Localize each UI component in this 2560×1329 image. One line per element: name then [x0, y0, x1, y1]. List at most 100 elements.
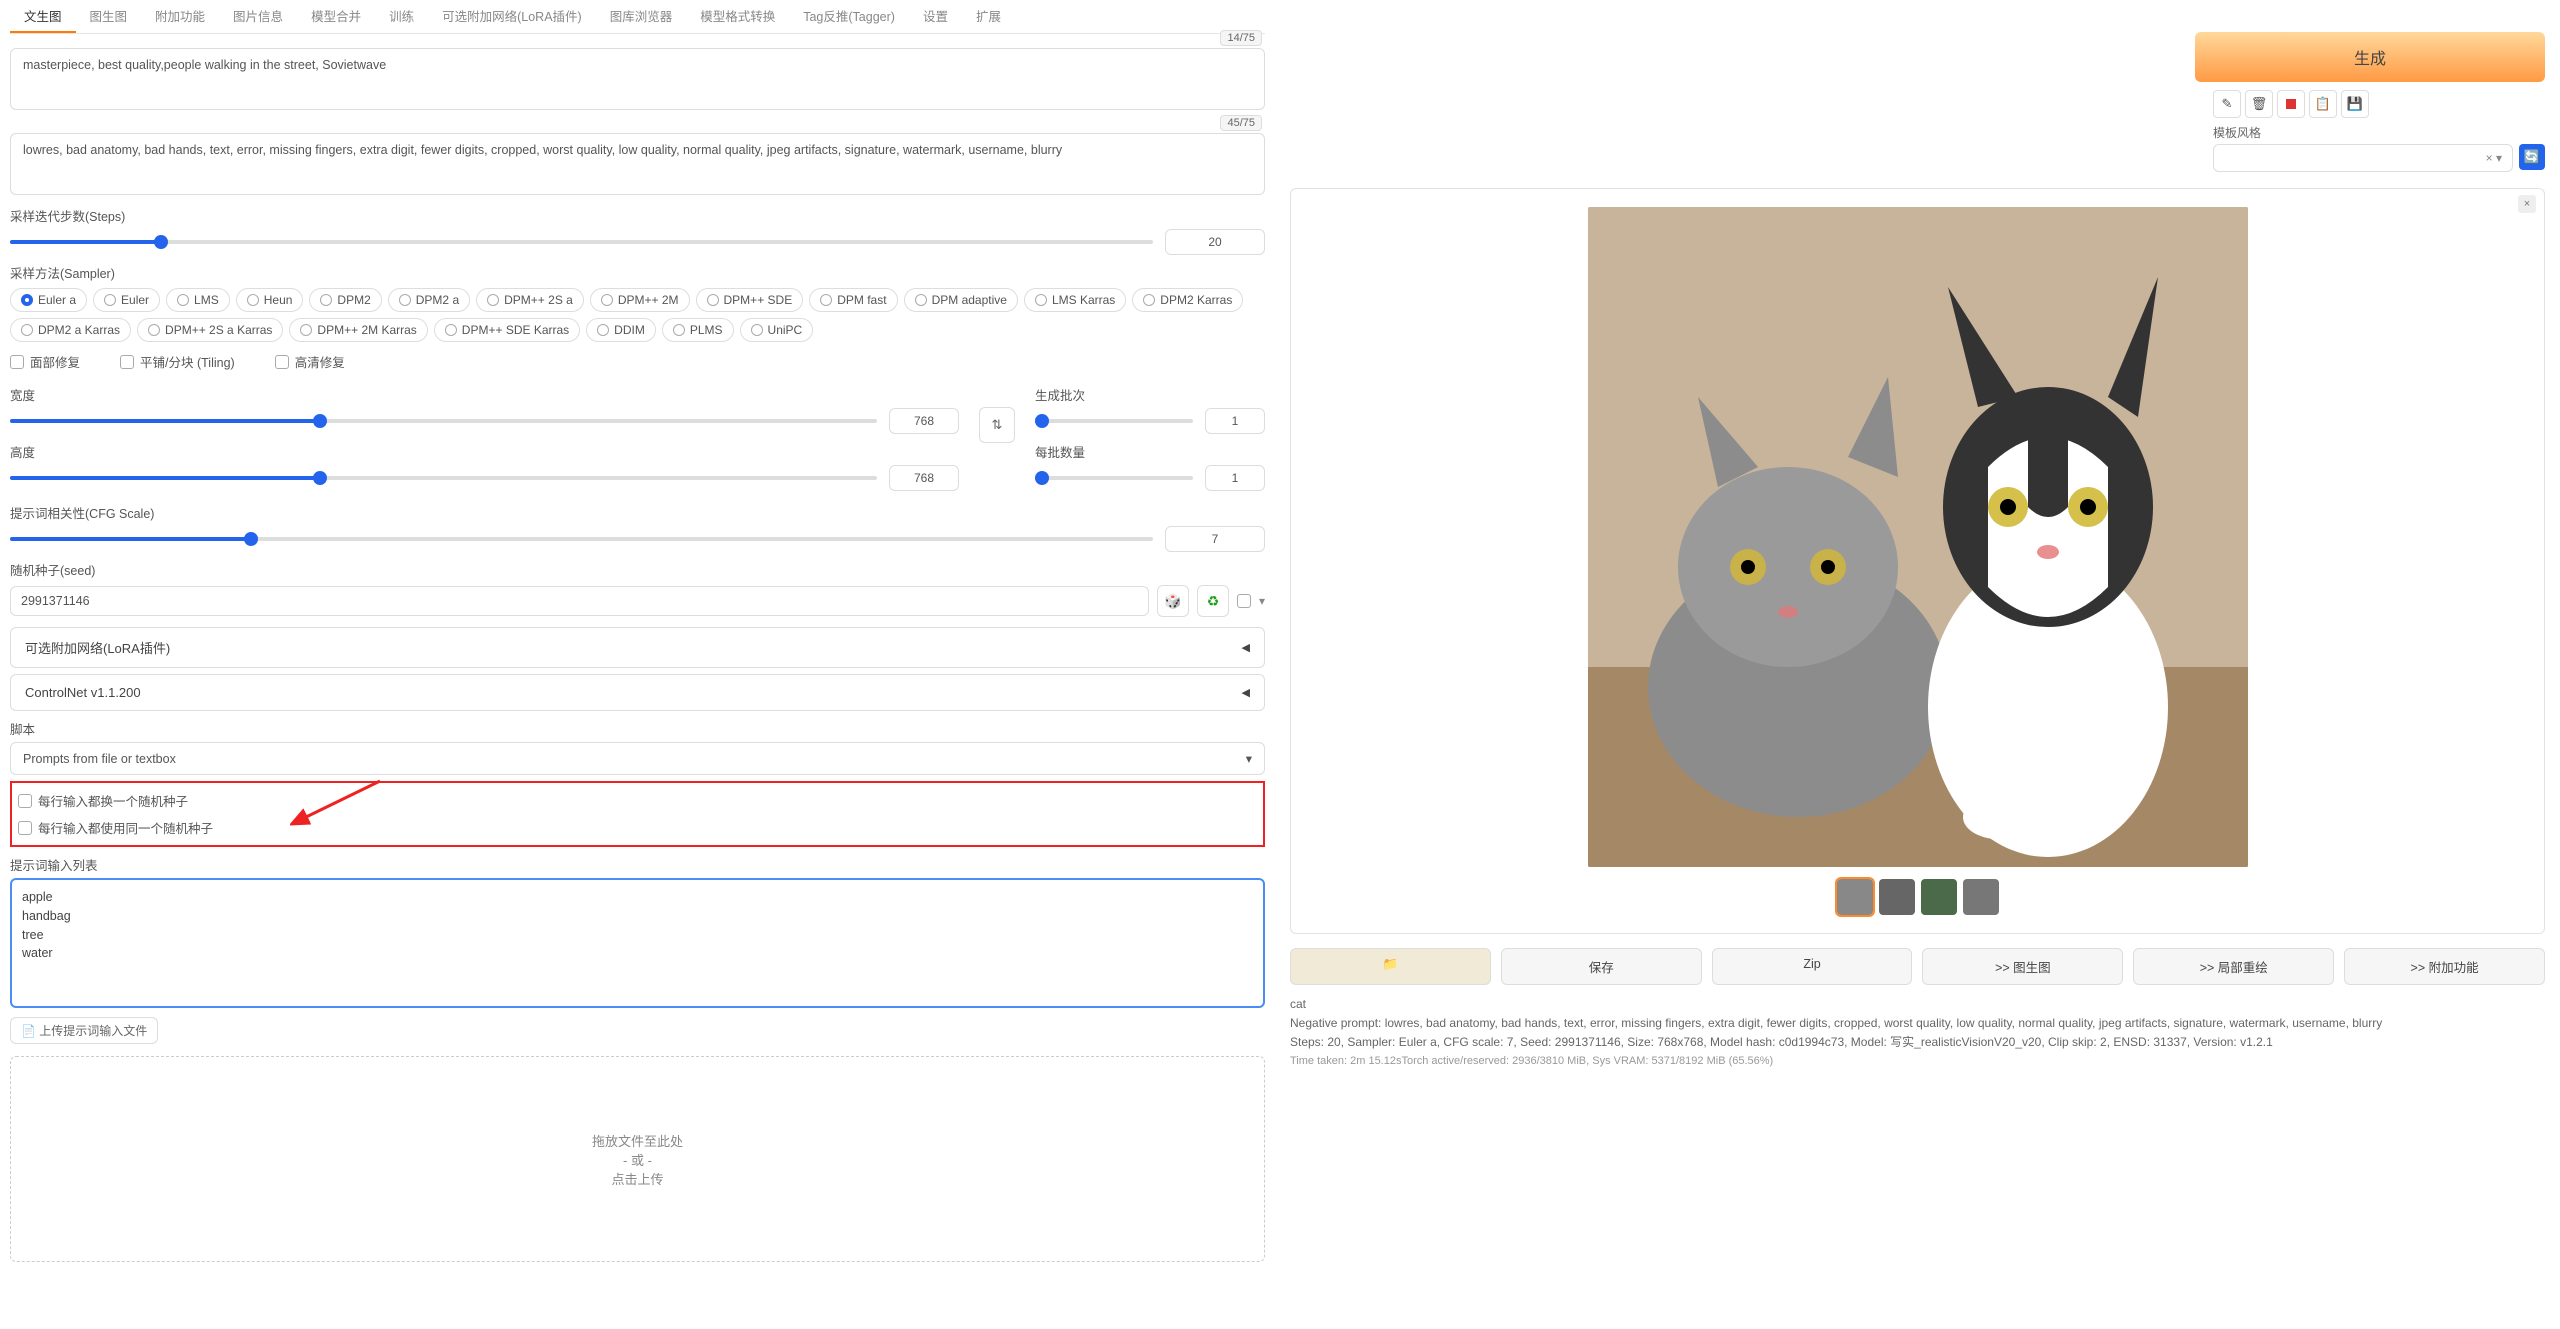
sampler-dpm-2s-a-karras[interactable]: DPM++ 2S a Karras	[137, 318, 283, 342]
radio-icon	[820, 294, 832, 306]
open-folder-button[interactable]: 📁	[1290, 948, 1491, 985]
tab-browser[interactable]: 图库浏览器	[596, 0, 687, 33]
caret-left-icon: ◀	[1242, 641, 1250, 654]
tab-train[interactable]: 训练	[375, 0, 428, 33]
seed-reuse-button[interactable]: ♻	[1197, 585, 1229, 617]
tab-extensions[interactable]: 扩展	[962, 0, 1015, 33]
steps-slider[interactable]	[10, 240, 1153, 244]
send-img2img-button[interactable]: >> 图生图	[1922, 948, 2123, 985]
tab-tagger[interactable]: Tag反推(Tagger)	[789, 0, 909, 33]
batch-size-value[interactable]	[1205, 465, 1265, 491]
height-value[interactable]	[889, 465, 959, 491]
style-select[interactable]: × ▾	[2213, 144, 2513, 172]
radio-icon	[707, 294, 719, 306]
tool-edit-icon[interactable]: ✎	[2213, 90, 2241, 118]
tool-clipboard-icon[interactable]: 📋	[2309, 90, 2337, 118]
seed-random-button[interactable]: 🎲	[1157, 585, 1189, 617]
main-tabs: 文生图 图生图 附加功能 图片信息 模型合并 训练 可选附加网络(LoRA插件)…	[10, 0, 1265, 34]
sampler-dpm-2s-a[interactable]: DPM++ 2S a	[476, 288, 584, 312]
send-inpaint-button[interactable]: >> 局部重绘	[2133, 948, 2334, 985]
sampler-dpm-adaptive[interactable]: DPM adaptive	[904, 288, 1018, 312]
batch-count-value[interactable]	[1205, 408, 1265, 434]
save-button[interactable]: 保存	[1501, 948, 1702, 985]
sampler-dpm-2m[interactable]: DPM++ 2M	[590, 288, 690, 312]
radio-icon	[445, 324, 457, 336]
tool-icons: ✎ 🗑 📋 💾	[2213, 90, 2545, 118]
width-value[interactable]	[889, 408, 959, 434]
tab-lora[interactable]: 可选附加网络(LoRA插件)	[428, 0, 596, 33]
style-label: 模板风格	[2213, 124, 2545, 141]
prompt-list-label: 提示词输入列表	[10, 855, 1265, 874]
thumb-3[interactable]	[1921, 879, 1957, 915]
prompt-counter: 14/75	[1220, 30, 1262, 46]
cfg-value[interactable]	[1165, 526, 1265, 552]
prompt-input[interactable]: masterpiece, best quality,people walking…	[10, 48, 1265, 110]
prompt-list-input[interactable]: apple handbag tree water	[10, 878, 1265, 1008]
accordion-lora[interactable]: 可选附加网络(LoRA插件)◀	[10, 627, 1265, 668]
batch-size-slider[interactable]	[1035, 476, 1193, 480]
sampler-dpm-fast[interactable]: DPM fast	[809, 288, 897, 312]
preview-close-button[interactable]: ×	[2518, 195, 2536, 213]
check-iterate-seed[interactable]: 每行输入都换一个随机种子	[18, 787, 1257, 814]
sampler-dpm2[interactable]: DPM2	[309, 288, 381, 312]
radio-icon	[104, 294, 116, 306]
sampler-euler-a[interactable]: Euler a	[10, 288, 87, 312]
sampler-dpm2-a[interactable]: DPM2 a	[388, 288, 470, 312]
check-tiling[interactable]: 平铺/分块 (Tiling)	[120, 352, 235, 371]
sampler-dpm-2m-karras[interactable]: DPM++ 2M Karras	[289, 318, 427, 342]
check-hires[interactable]: 高清修复	[275, 352, 345, 371]
tool-trash-icon[interactable]: 🗑	[2245, 90, 2273, 118]
file-dropzone[interactable]: 拖放文件至此处 - 或 - 点击上传	[10, 1056, 1265, 1262]
radio-icon	[247, 294, 259, 306]
sampler-dpm-sde[interactable]: DPM++ SDE	[696, 288, 804, 312]
radio-icon	[21, 294, 33, 306]
check-face-restore[interactable]: 面部修复	[10, 352, 80, 371]
script-select[interactable]: Prompts from file or textbox▾	[10, 742, 1265, 775]
generation-info: cat Negative prompt: lowres, bad anatomy…	[1290, 995, 2545, 1070]
tab-img2img[interactable]: 图生图	[76, 0, 142, 33]
sampler-lms[interactable]: LMS	[166, 288, 230, 312]
check-same-seed[interactable]: 每行输入都使用同一个随机种子	[18, 814, 1257, 841]
tab-txt2img[interactable]: 文生图	[10, 0, 76, 33]
width-slider[interactable]	[10, 419, 877, 423]
sampler-euler[interactable]: Euler	[93, 288, 160, 312]
tab-convert[interactable]: 模型格式转换	[686, 0, 789, 33]
style-refresh-button[interactable]: 🔄	[2519, 144, 2545, 170]
height-slider[interactable]	[10, 476, 877, 480]
tool-stop-icon[interactable]	[2277, 90, 2305, 118]
tab-settings[interactable]: 设置	[909, 0, 962, 33]
chevron-down-icon: ▾	[1246, 751, 1252, 766]
radio-icon	[1143, 294, 1155, 306]
send-extras-button[interactable]: >> 附加功能	[2344, 948, 2545, 985]
thumb-1[interactable]	[1837, 879, 1873, 915]
sampler-dpm2-a-karras[interactable]: DPM2 a Karras	[10, 318, 131, 342]
cfg-slider[interactable]	[10, 537, 1153, 541]
tab-pnginfo[interactable]: 图片信息	[219, 0, 297, 33]
seed-extra-caret[interactable]: ▾	[1259, 594, 1265, 608]
neg-prompt-input[interactable]: lowres, bad anatomy, bad hands, text, er…	[10, 133, 1265, 195]
radio-icon	[915, 294, 927, 306]
batch-count-slider[interactable]	[1035, 419, 1193, 423]
seed-label: 随机种子(seed)	[10, 560, 1265, 579]
swap-dims-button[interactable]: ⇅	[979, 407, 1015, 443]
sampler-lms-karras[interactable]: LMS Karras	[1024, 288, 1126, 312]
tool-save-icon[interactable]: 💾	[2341, 90, 2369, 118]
thumb-2[interactable]	[1879, 879, 1915, 915]
seed-extra-toggle[interactable]	[1237, 594, 1251, 608]
steps-value[interactable]	[1165, 229, 1265, 255]
sampler-dpm2-karras[interactable]: DPM2 Karras	[1132, 288, 1243, 312]
thumb-4[interactable]	[1963, 879, 1999, 915]
sampler-dpm-sde-karras[interactable]: DPM++ SDE Karras	[434, 318, 580, 342]
zip-button[interactable]: Zip	[1712, 948, 1913, 985]
accordion-controlnet[interactable]: ControlNet v1.1.200◀	[10, 674, 1265, 711]
tab-merge[interactable]: 模型合并	[297, 0, 375, 33]
sampler-unipc[interactable]: UniPC	[740, 318, 814, 342]
preview-image[interactable]	[1588, 207, 2248, 867]
upload-prompts-button[interactable]: 📄 上传提示词输入文件	[10, 1017, 158, 1044]
seed-input[interactable]	[10, 586, 1149, 616]
tab-extras[interactable]: 附加功能	[141, 0, 219, 33]
sampler-plms[interactable]: PLMS	[662, 318, 734, 342]
generate-button[interactable]: 生成	[2195, 32, 2545, 82]
sampler-ddim[interactable]: DDIM	[586, 318, 656, 342]
sampler-heun[interactable]: Heun	[236, 288, 304, 312]
